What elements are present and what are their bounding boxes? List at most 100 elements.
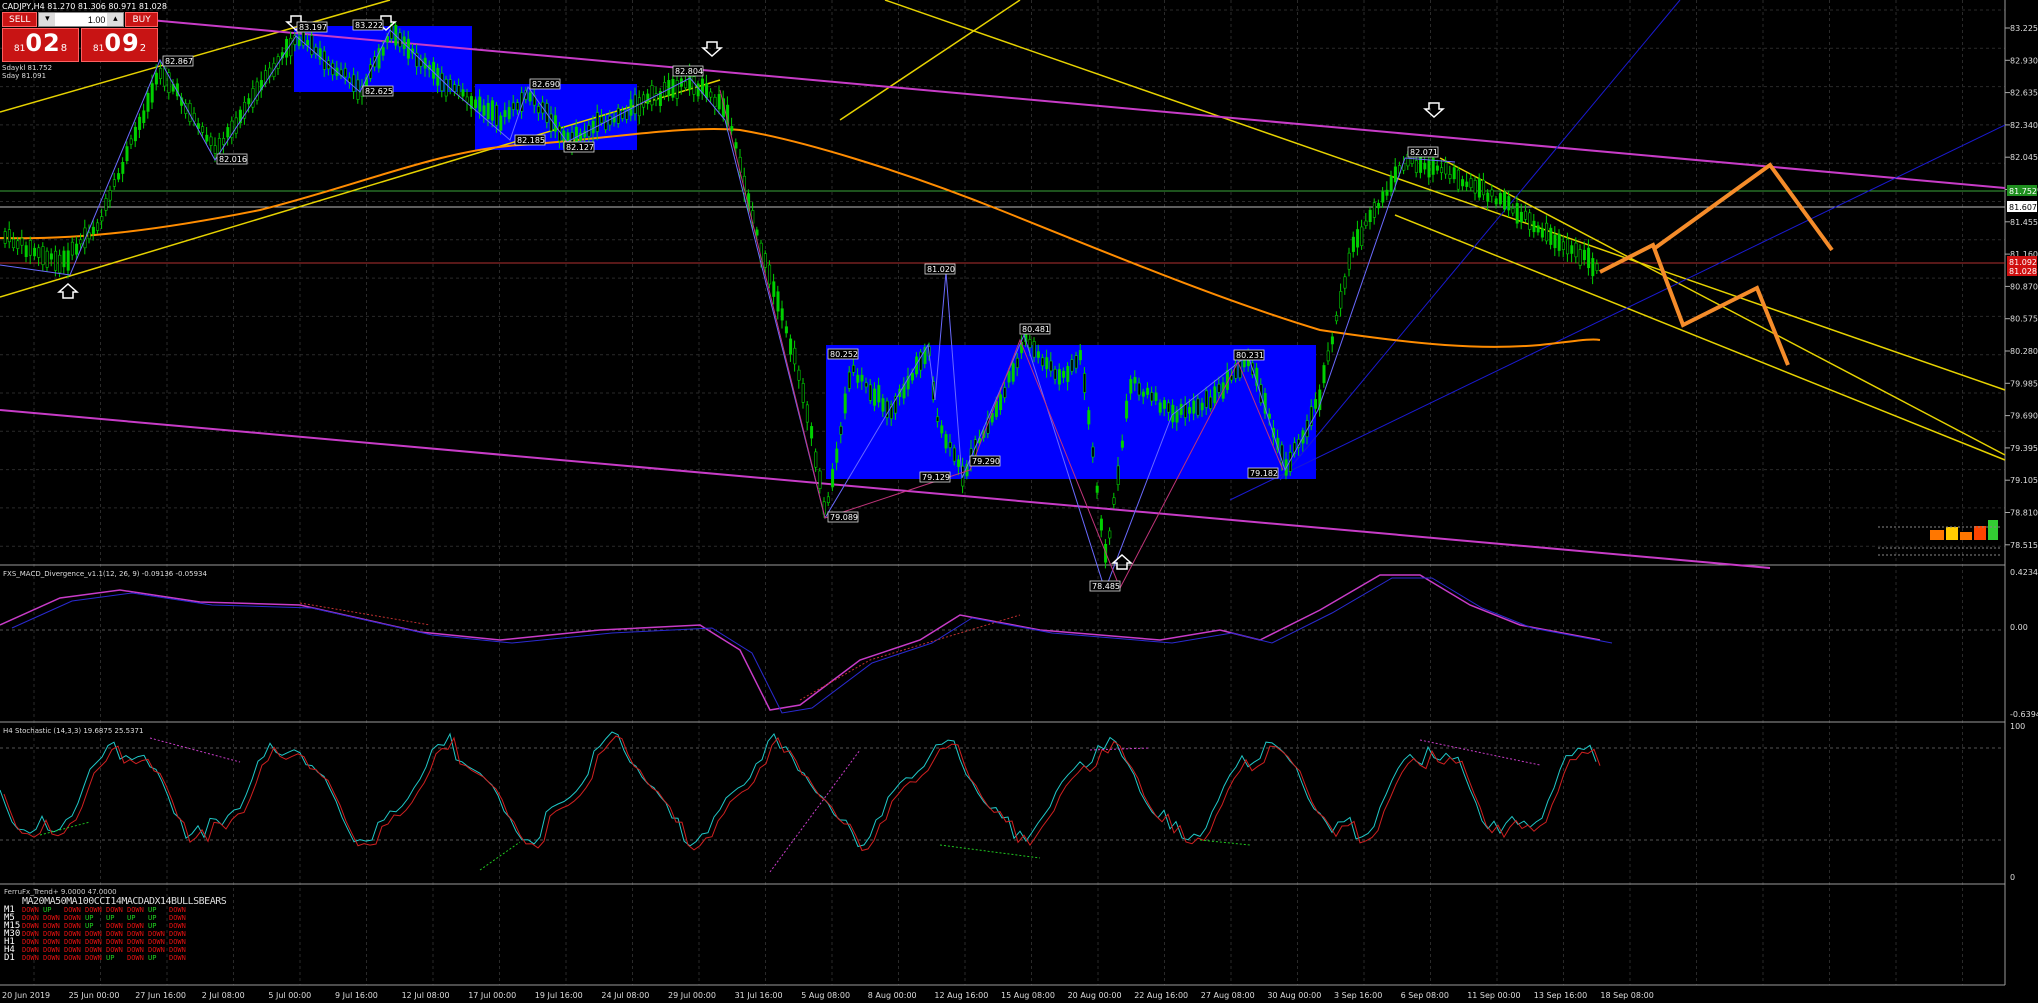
candle-body <box>1536 225 1540 233</box>
ferrufx-signal: DOWN <box>43 954 60 962</box>
price-tick-label: 79.395 <box>2010 444 2038 453</box>
candle-body <box>940 425 944 434</box>
price-label-text: 80.252 <box>830 350 858 359</box>
candle-body <box>818 470 822 489</box>
price-marker-label: 81.752 <box>2009 187 2037 196</box>
ferrufx-signal: DOWN <box>64 922 81 930</box>
time-tick-label: 17 Jul 00:00 <box>468 991 516 1000</box>
candle-body <box>629 99 633 116</box>
chart-canvas[interactable]: 82.867 83.197 83.222 82.625 82.016 82.690 82.1… <box>0 0 2038 1003</box>
ferrufx-timeframe: D1 <box>4 953 15 963</box>
candle-body <box>112 179 116 187</box>
ferrufx-signal: DOWN <box>64 954 81 962</box>
price-tick-label: 82.930 <box>2010 56 2038 65</box>
time-tick-label: 5 Jul 00:00 <box>268 991 311 1000</box>
candle-body <box>1356 229 1360 248</box>
ferrufx-row: M5 DOWN DOWN DOWN UP UP UP UP DOWN <box>4 914 226 923</box>
ferrufx-signal: UP <box>148 922 157 930</box>
time-tick-label: 24 Jul 08:00 <box>601 991 649 1000</box>
candle-body <box>528 92 532 102</box>
lot-increase-icon[interactable]: ▴ <box>107 13 124 26</box>
buy-price-main: 09 <box>104 29 140 57</box>
candle-body <box>646 93 650 104</box>
candle-body <box>1150 392 1154 402</box>
buy-price-pip: 2 <box>139 43 147 54</box>
ferrufx-signal: DOWN <box>43 922 60 930</box>
candle-body <box>826 496 830 504</box>
candle-body <box>1217 384 1221 393</box>
candle-body <box>852 365 856 373</box>
candle-body <box>1032 341 1036 358</box>
price-label-text: 82.867 <box>165 57 193 66</box>
candle-body <box>1196 398 1200 416</box>
candle-body <box>877 385 881 403</box>
sell-button[interactable]: SELL <box>2 12 38 27</box>
candle-body <box>860 374 864 382</box>
candle-body <box>1524 210 1528 220</box>
time-tick-label: 5 Aug 08:00 <box>801 991 850 1000</box>
ferrufx-signal: DOWN <box>169 914 186 922</box>
candle-body <box>835 448 839 463</box>
price-tick-label: 79.985 <box>2010 379 2038 388</box>
candle-body <box>129 138 133 145</box>
candle-body <box>1389 175 1393 192</box>
candle-body <box>146 92 150 112</box>
candle-body <box>709 91 713 98</box>
candle-body <box>125 146 129 162</box>
ferrufx-signal: DOWN <box>169 906 186 914</box>
price-label-text: 79.089 <box>830 513 858 522</box>
price-label-text: 82.071 <box>1410 148 1438 157</box>
buy-button[interactable]: BUY <box>125 12 158 27</box>
price-tick-label: 81.455 <box>2010 218 2038 227</box>
candle-body <box>1419 155 1423 173</box>
candle-body <box>1322 365 1326 384</box>
sell-price-button[interactable]: 81 02 8 <box>2 28 79 62</box>
price-label-text: 82.185 <box>517 136 545 145</box>
candle-body <box>537 106 541 114</box>
lot-size-control[interactable]: ▾ ▴ <box>38 12 125 27</box>
candle-body <box>310 35 314 55</box>
candle-body <box>1414 160 1418 173</box>
candle-body <box>650 85 654 106</box>
candle-body <box>79 239 83 245</box>
ferrufx-signal: DOWN <box>22 954 39 962</box>
candle-body <box>957 459 961 467</box>
time-tick-label: 25 Jun 00:00 <box>69 991 120 1000</box>
candle-body <box>33 247 37 257</box>
lot-decrease-icon[interactable]: ▾ <box>39 13 56 26</box>
candle-body <box>1553 234 1557 249</box>
candle-body <box>768 264 772 285</box>
ferrufx-signal: DOWN <box>22 922 39 930</box>
time-tick-label: 8 Aug 00:00 <box>868 991 917 1000</box>
candle-body <box>478 96 482 112</box>
ferrufx-row: D1 DOWN DOWN DOWN DOWN UP DOWN UP DOWN <box>4 953 226 963</box>
ferrufx-signal: DOWN <box>85 946 102 954</box>
candle-body <box>663 82 667 97</box>
ferrufx-signal: DOWN <box>64 930 81 938</box>
candle-body <box>7 229 11 243</box>
lot-size-input[interactable] <box>55 13 108 26</box>
candle-body <box>948 442 952 448</box>
side-info-line: Sday 81.091 <box>2 72 47 80</box>
candle-body <box>1578 249 1582 266</box>
candle-body <box>444 79 448 97</box>
candle-body <box>1011 363 1015 382</box>
candle-body <box>91 226 95 234</box>
candle-body <box>1049 360 1053 372</box>
buy-price-button[interactable]: 81 09 2 <box>81 28 158 62</box>
candle-body <box>789 338 793 355</box>
candle-body <box>1503 192 1507 210</box>
candle-body <box>62 250 66 268</box>
price-tick-label: 80.280 <box>2010 347 2038 356</box>
candle-body <box>1595 263 1599 271</box>
price-marker-label: 81.607 <box>2009 203 2037 212</box>
candle-body <box>810 426 814 439</box>
candle-body <box>474 99 478 109</box>
candle-body <box>692 76 696 95</box>
price-tick-label: 78.515 <box>2010 541 2038 550</box>
candle-body <box>776 291 780 312</box>
candle-body <box>868 384 872 401</box>
ferrufx-signal: DOWN <box>64 946 81 954</box>
candle-body <box>100 216 104 222</box>
candle-body <box>49 253 53 260</box>
